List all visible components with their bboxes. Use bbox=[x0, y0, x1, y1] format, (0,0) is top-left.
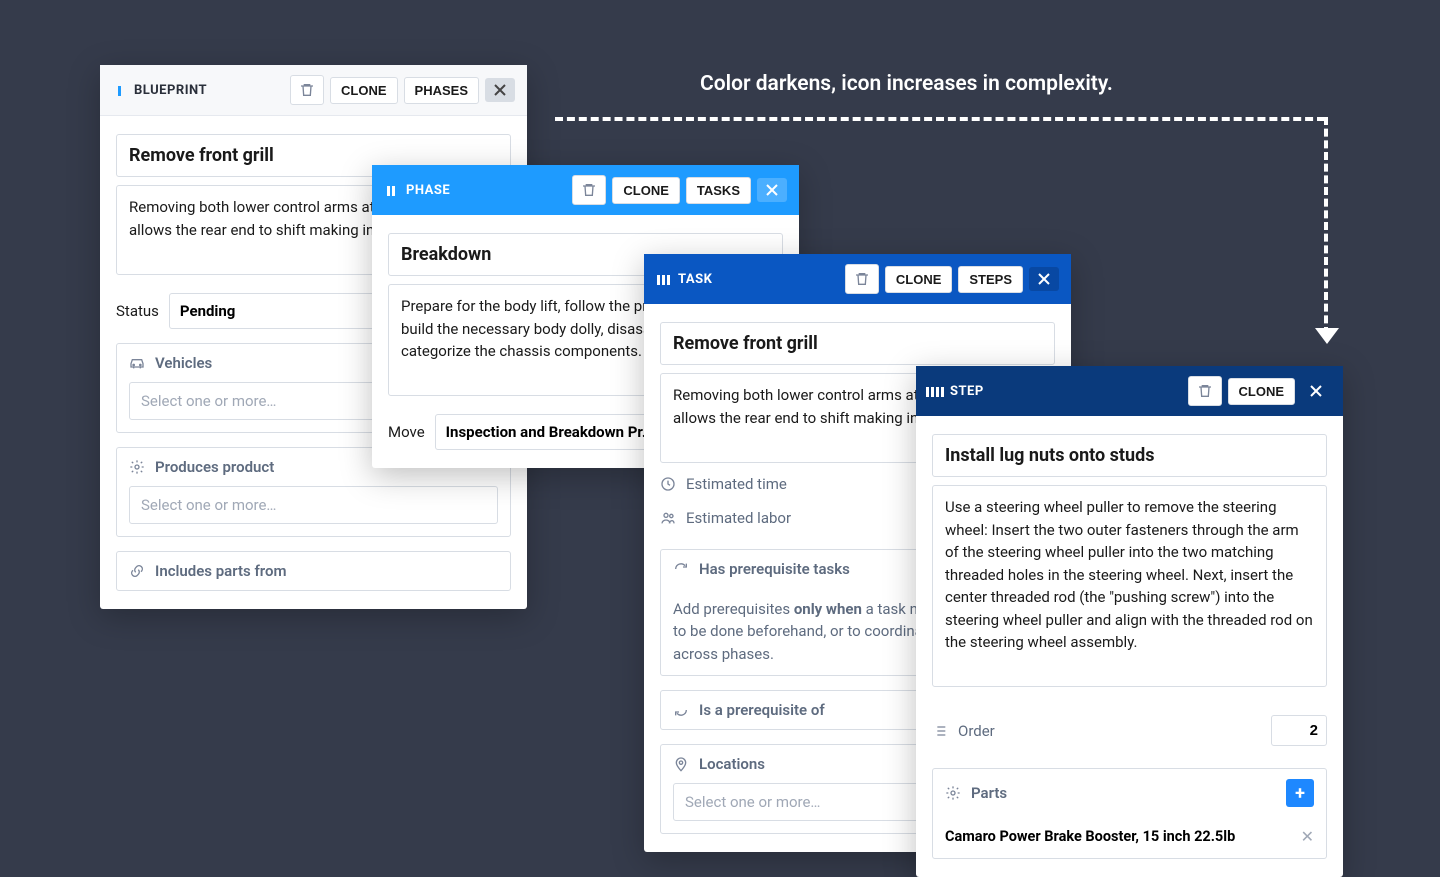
order-label: Order bbox=[958, 722, 995, 740]
phase-header: PHASE CLONE TASKS bbox=[372, 165, 799, 215]
tasks-button[interactable]: TASKS bbox=[686, 177, 751, 204]
close-button[interactable] bbox=[1301, 379, 1331, 403]
has-prereq-label: Has prerequisite tasks bbox=[699, 560, 850, 578]
step-header: STEP CLONE bbox=[916, 366, 1343, 416]
dashed-line-vertical bbox=[1324, 117, 1328, 335]
arrow-return-icon bbox=[673, 702, 689, 718]
clone-button[interactable]: CLONE bbox=[1228, 378, 1296, 405]
step-level-icon bbox=[928, 384, 942, 398]
clock-icon bbox=[660, 476, 676, 492]
phase-label: PHASE bbox=[406, 183, 450, 198]
add-part-button[interactable]: + bbox=[1286, 779, 1314, 807]
gear-icon bbox=[129, 459, 145, 475]
title-input[interactable] bbox=[660, 322, 1055, 365]
remove-part-button[interactable]: ✕ bbox=[1301, 827, 1314, 846]
parts-label: Parts bbox=[971, 784, 1007, 802]
part-name: Camaro Power Brake Booster, 15 inch 22.5… bbox=[945, 828, 1235, 845]
list-icon bbox=[932, 723, 948, 739]
step-label: STEP bbox=[950, 384, 984, 399]
includes-section-header: Includes parts from bbox=[117, 552, 510, 590]
car-icon bbox=[129, 355, 145, 371]
blueprint-label: BLUEPRINT bbox=[134, 83, 207, 98]
people-icon bbox=[660, 510, 676, 526]
close-button[interactable] bbox=[485, 78, 515, 102]
close-button[interactable] bbox=[1029, 267, 1059, 291]
clone-button[interactable]: CLONE bbox=[330, 77, 398, 104]
order-input[interactable] bbox=[1271, 715, 1327, 746]
title-input[interactable] bbox=[932, 434, 1327, 477]
produces-label: Produces product bbox=[155, 458, 274, 476]
trash-icon bbox=[854, 271, 870, 287]
task-header: TASK CLONE STEPS bbox=[644, 254, 1071, 304]
move-label: Move bbox=[388, 423, 425, 441]
trash-icon bbox=[581, 182, 597, 198]
delete-button[interactable] bbox=[1188, 376, 1222, 406]
delete-button[interactable] bbox=[290, 75, 324, 105]
task-label: TASK bbox=[678, 272, 712, 287]
est-labor-label: Estimated labor bbox=[686, 509, 791, 527]
phase-level-icon bbox=[384, 183, 398, 197]
arrow-loop-icon bbox=[673, 561, 689, 577]
close-icon bbox=[1038, 273, 1050, 285]
phases-button[interactable]: PHASES bbox=[404, 77, 479, 104]
trash-icon bbox=[1197, 383, 1213, 399]
delete-button[interactable] bbox=[572, 175, 606, 205]
task-level-icon bbox=[656, 272, 670, 286]
is-prereq-label: Is a prerequisite of bbox=[699, 701, 825, 719]
blueprint-header: BLUEPRINT CLONE PHASES bbox=[100, 65, 527, 116]
est-time-label: Estimated time bbox=[686, 475, 787, 493]
steps-button[interactable]: STEPS bbox=[958, 266, 1023, 293]
delete-button[interactable] bbox=[845, 264, 879, 294]
part-row: Camaro Power Brake Booster, 15 inch 22.5… bbox=[945, 817, 1314, 846]
clone-button[interactable]: CLONE bbox=[612, 177, 680, 204]
step-panel: STEP CLONE Order Parts bbox=[916, 366, 1343, 877]
arrow-down-icon bbox=[1315, 328, 1339, 344]
annotation-text: Color darkens, icon increases in complex… bbox=[700, 72, 1113, 96]
close-icon bbox=[494, 84, 506, 96]
locations-label: Locations bbox=[699, 755, 765, 773]
close-icon bbox=[766, 184, 778, 196]
clone-button[interactable]: CLONE bbox=[885, 266, 953, 293]
produces-select[interactable]: Select one or more… bbox=[129, 486, 498, 524]
blueprint-level-icon bbox=[112, 83, 126, 97]
trash-icon bbox=[299, 82, 315, 98]
description-textarea[interactable] bbox=[932, 485, 1327, 687]
close-icon bbox=[1310, 385, 1322, 397]
status-label: Status bbox=[116, 302, 159, 320]
vehicles-label: Vehicles bbox=[155, 354, 212, 372]
close-button[interactable] bbox=[757, 178, 787, 202]
includes-label: Includes parts from bbox=[155, 562, 287, 580]
dashed-line-horizontal bbox=[555, 117, 1325, 121]
gear-icon bbox=[945, 785, 961, 801]
link-icon bbox=[129, 563, 145, 579]
pin-icon bbox=[673, 756, 689, 772]
